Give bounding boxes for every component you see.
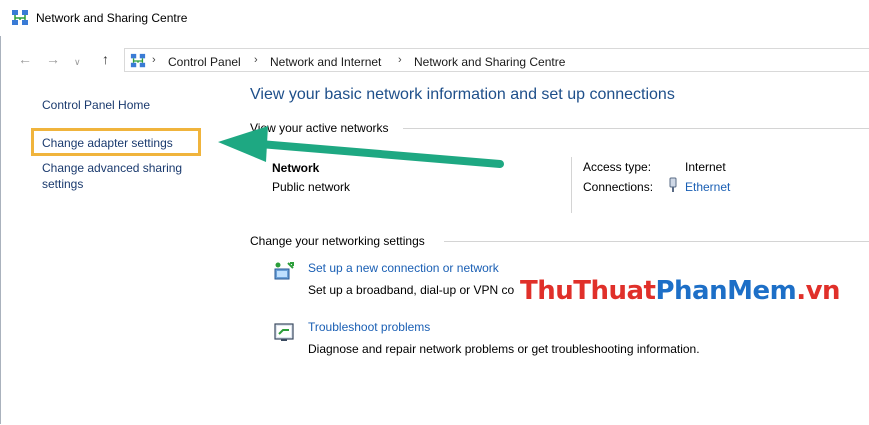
breadcrumb-control-panel[interactable]: Control Panel <box>168 55 241 69</box>
network-type: Public network <box>272 180 351 194</box>
up-arrow-icon[interactable]: ↑ <box>102 52 109 66</box>
breadcrumb-chevron-icon[interactable]: › <box>254 54 258 66</box>
recent-chevron-down-icon[interactable]: ∨ <box>74 55 81 69</box>
task-set-up-description: Set up a broadband, dial-up or VPN co <box>308 283 515 297</box>
watermark-logo: ThuThuatPhanMem.vn <box>520 276 841 306</box>
address-bar: ← → ∨ ↑ › Control Panel › Network and In… <box>0 46 869 76</box>
access-type-label: Access type: <box>583 160 652 174</box>
network-sharing-icon <box>12 10 28 25</box>
network-sharing-icon <box>130 53 146 68</box>
column-divider <box>571 157 572 213</box>
networking-settings-label: Change your networking settings <box>250 234 425 248</box>
breadcrumb-network-and-sharing-centre[interactable]: Network and Sharing Centre <box>414 55 565 69</box>
breadcrumb-chevron-icon[interactable]: › <box>152 54 156 66</box>
back-arrow-icon[interactable]: ← <box>18 52 32 66</box>
page-title: View your basic network information and … <box>250 86 675 103</box>
connections-label: Connections: <box>583 180 654 194</box>
access-type-value: Internet <box>685 160 726 174</box>
troubleshoot-icon <box>274 323 294 341</box>
window-title: Network and Sharing Centre <box>36 11 188 25</box>
title-bar: Network and Sharing Centre <box>0 0 869 36</box>
sidebar-item-change-advanced-sharing-settings[interactable]: Change advanced sharing settings <box>42 160 202 192</box>
forward-arrow-icon[interactable]: → <box>46 52 60 66</box>
task-set-up-new-connection[interactable]: Set up a new connection or network <box>308 261 499 275</box>
breadcrumb-network-and-internet[interactable]: Network and Internet <box>270 55 381 69</box>
watermark-part3: .vn <box>796 276 841 306</box>
sidebar-item-control-panel-home[interactable]: Control Panel Home <box>42 97 150 113</box>
watermark-part2: PhanMem <box>655 276 797 306</box>
section-divider <box>444 241 869 242</box>
ethernet-link[interactable]: Ethernet <box>685 180 730 194</box>
task-troubleshoot-problems[interactable]: Troubleshoot problems <box>308 320 430 334</box>
annotation-arrow-icon <box>218 126 504 168</box>
task-troubleshoot-description: Diagnose and repair network problems or … <box>308 342 700 356</box>
breadcrumb-chevron-icon[interactable]: › <box>398 54 402 66</box>
new-connection-icon <box>274 262 294 280</box>
sidebar-item-change-adapter-settings[interactable]: Change adapter settings <box>42 135 173 151</box>
ethernet-icon <box>669 177 677 192</box>
watermark-part1: ThuThuat <box>520 276 656 306</box>
